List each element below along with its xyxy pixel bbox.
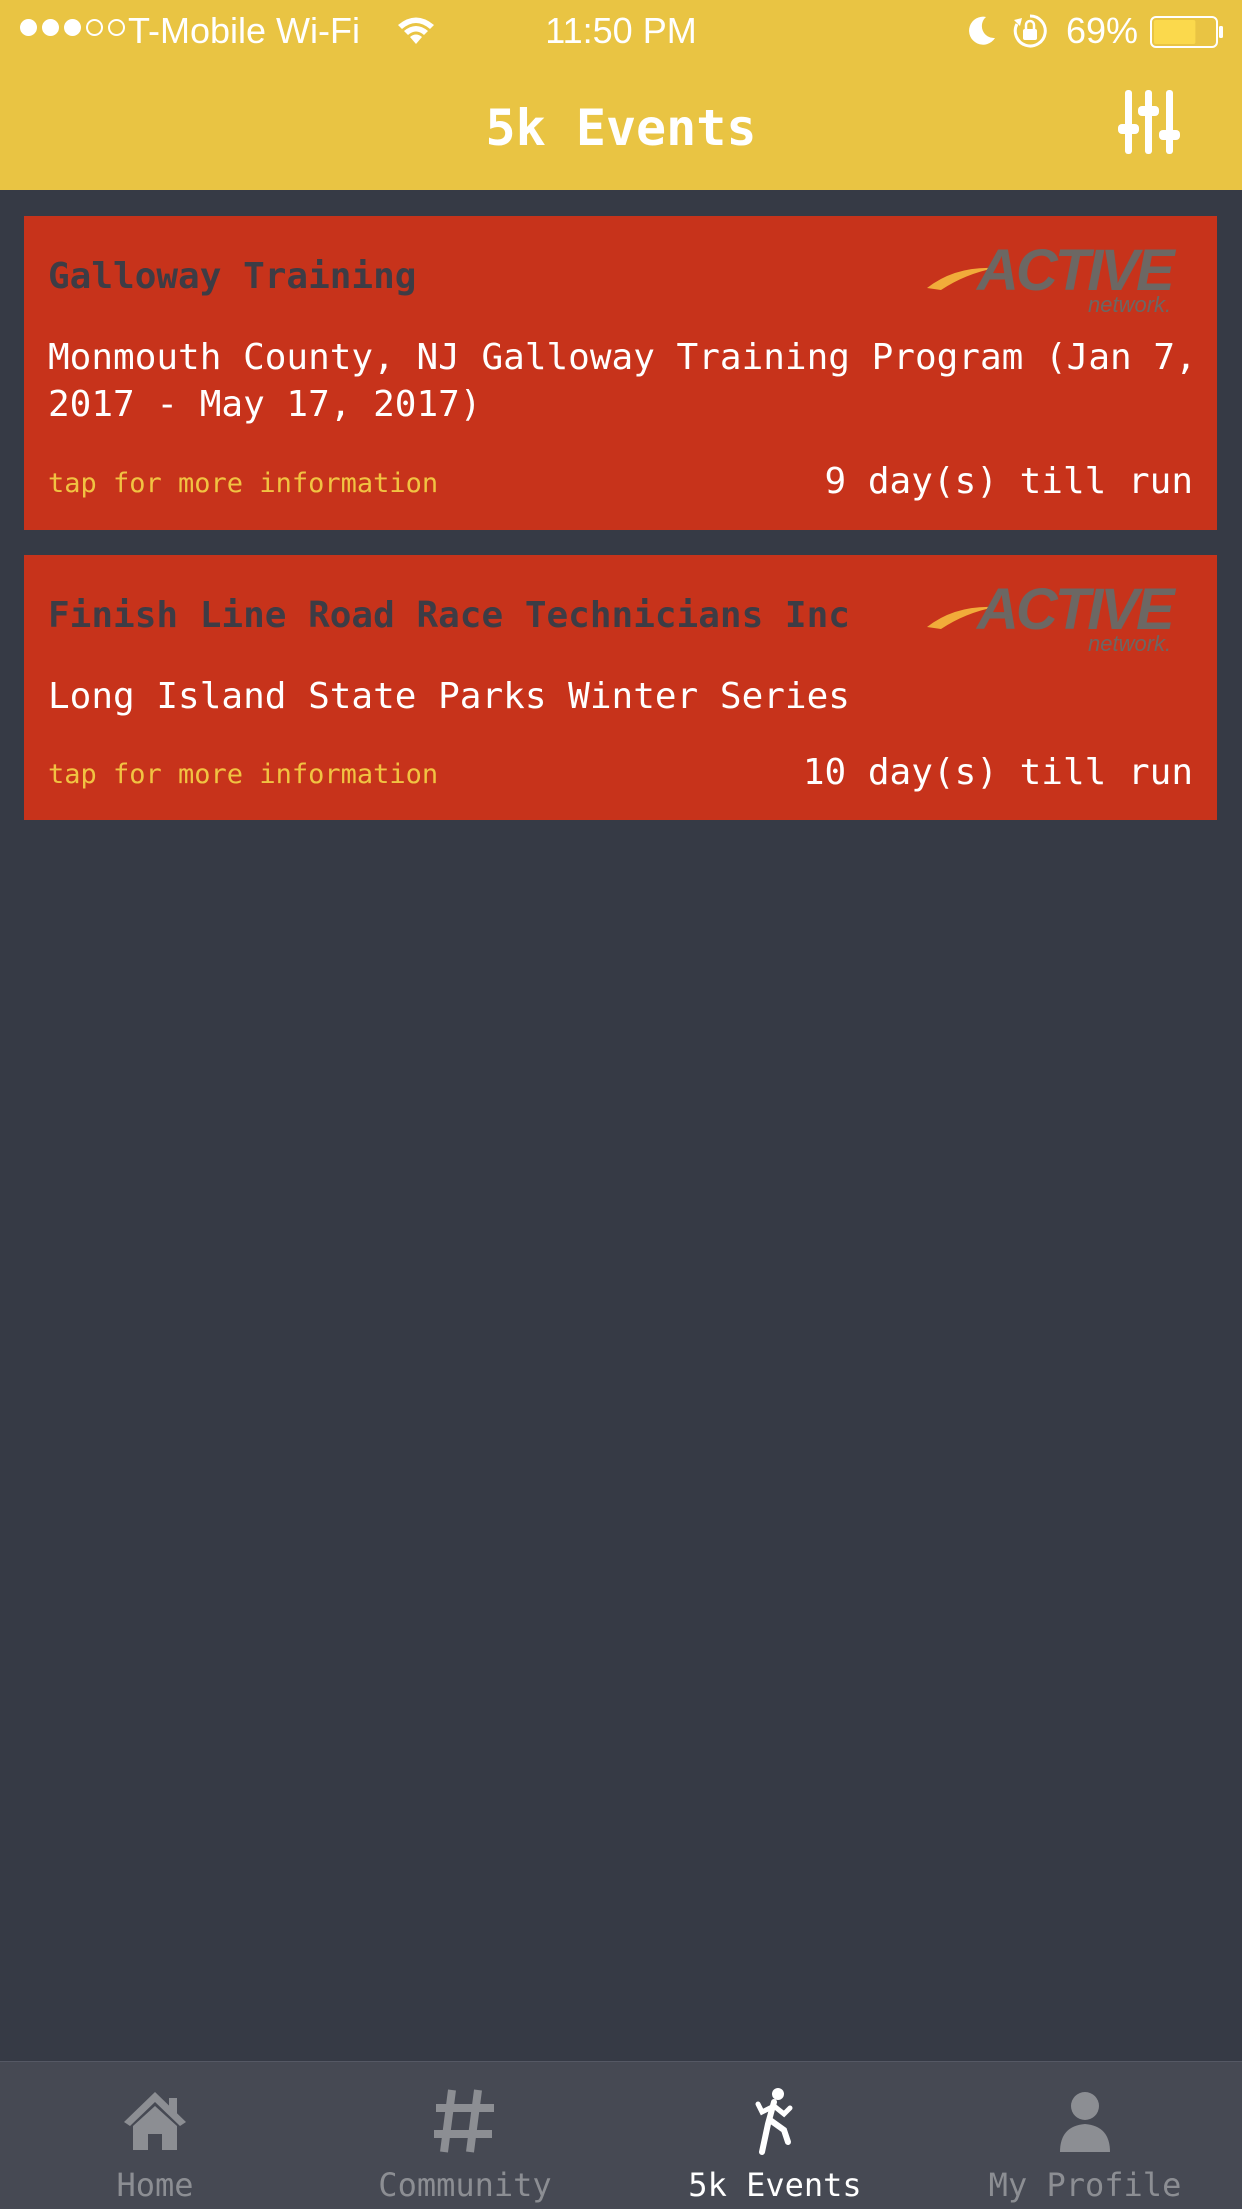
battery-percentage: 69% bbox=[1066, 10, 1139, 51]
rotation-lock-icon bbox=[1013, 14, 1047, 48]
hashtag-icon bbox=[434, 2089, 494, 2153]
tap-for-info-hint: tap for more information bbox=[48, 468, 439, 499]
page-title: 5k Events bbox=[485, 99, 757, 157]
tab-label: Home bbox=[116, 2166, 194, 2204]
days-till-run: 9 day(s) till run bbox=[824, 461, 1193, 502]
event-description: Monmouth County, NJ Galloway Training Pr… bbox=[48, 337, 1197, 425]
tab-my-profile[interactable]: My Profile bbox=[930, 2062, 1240, 2209]
moon-icon bbox=[969, 16, 995, 45]
status-time: 11:50 PM bbox=[545, 10, 697, 51]
tab-label: Community bbox=[378, 2166, 552, 2204]
tap-for-info-hint: tap for more information bbox=[48, 759, 439, 790]
event-description: Long Island State Parks Winter Series bbox=[48, 676, 850, 717]
home-icon bbox=[124, 2092, 186, 2150]
header-bar: T-Mobile Wi-Fi 11:50 PM 69% 5k Events bbox=[0, 0, 1242, 190]
tab-bar: Home Community 5k Events My Profile bbox=[0, 2061, 1242, 2209]
active-network-logo: ACTIVE network. bbox=[927, 577, 1180, 656]
event-card[interactable]: Galloway Training ACTIVE network. Monmou… bbox=[24, 216, 1217, 530]
svg-text:network.: network. bbox=[1088, 631, 1171, 656]
active-network-logo: ACTIVE network. bbox=[927, 238, 1180, 317]
tab-label: 5k Events bbox=[688, 2166, 862, 2204]
tab-home[interactable]: Home bbox=[0, 2062, 310, 2209]
tab-community[interactable]: Community bbox=[310, 2062, 620, 2209]
person-icon bbox=[1060, 2092, 1110, 2152]
sliders-icon[interactable] bbox=[1118, 88, 1180, 156]
event-card[interactable]: Finish Line Road Race Technicians Inc AC… bbox=[24, 555, 1217, 820]
status-bar: T-Mobile Wi-Fi 11:50 PM 69% bbox=[0, 0, 1242, 62]
svg-text:network.: network. bbox=[1088, 292, 1171, 317]
battery-icon bbox=[1150, 16, 1223, 48]
tab-5k-events[interactable]: 5k Events bbox=[620, 2062, 930, 2209]
days-till-run: 10 day(s) till run bbox=[802, 752, 1193, 793]
event-organizer: Galloway Training bbox=[48, 256, 417, 297]
runner-icon bbox=[755, 2088, 793, 2155]
tab-label: My Profile bbox=[988, 2166, 1182, 2204]
event-organizer: Finish Line Road Race Technicians Inc bbox=[48, 595, 850, 636]
